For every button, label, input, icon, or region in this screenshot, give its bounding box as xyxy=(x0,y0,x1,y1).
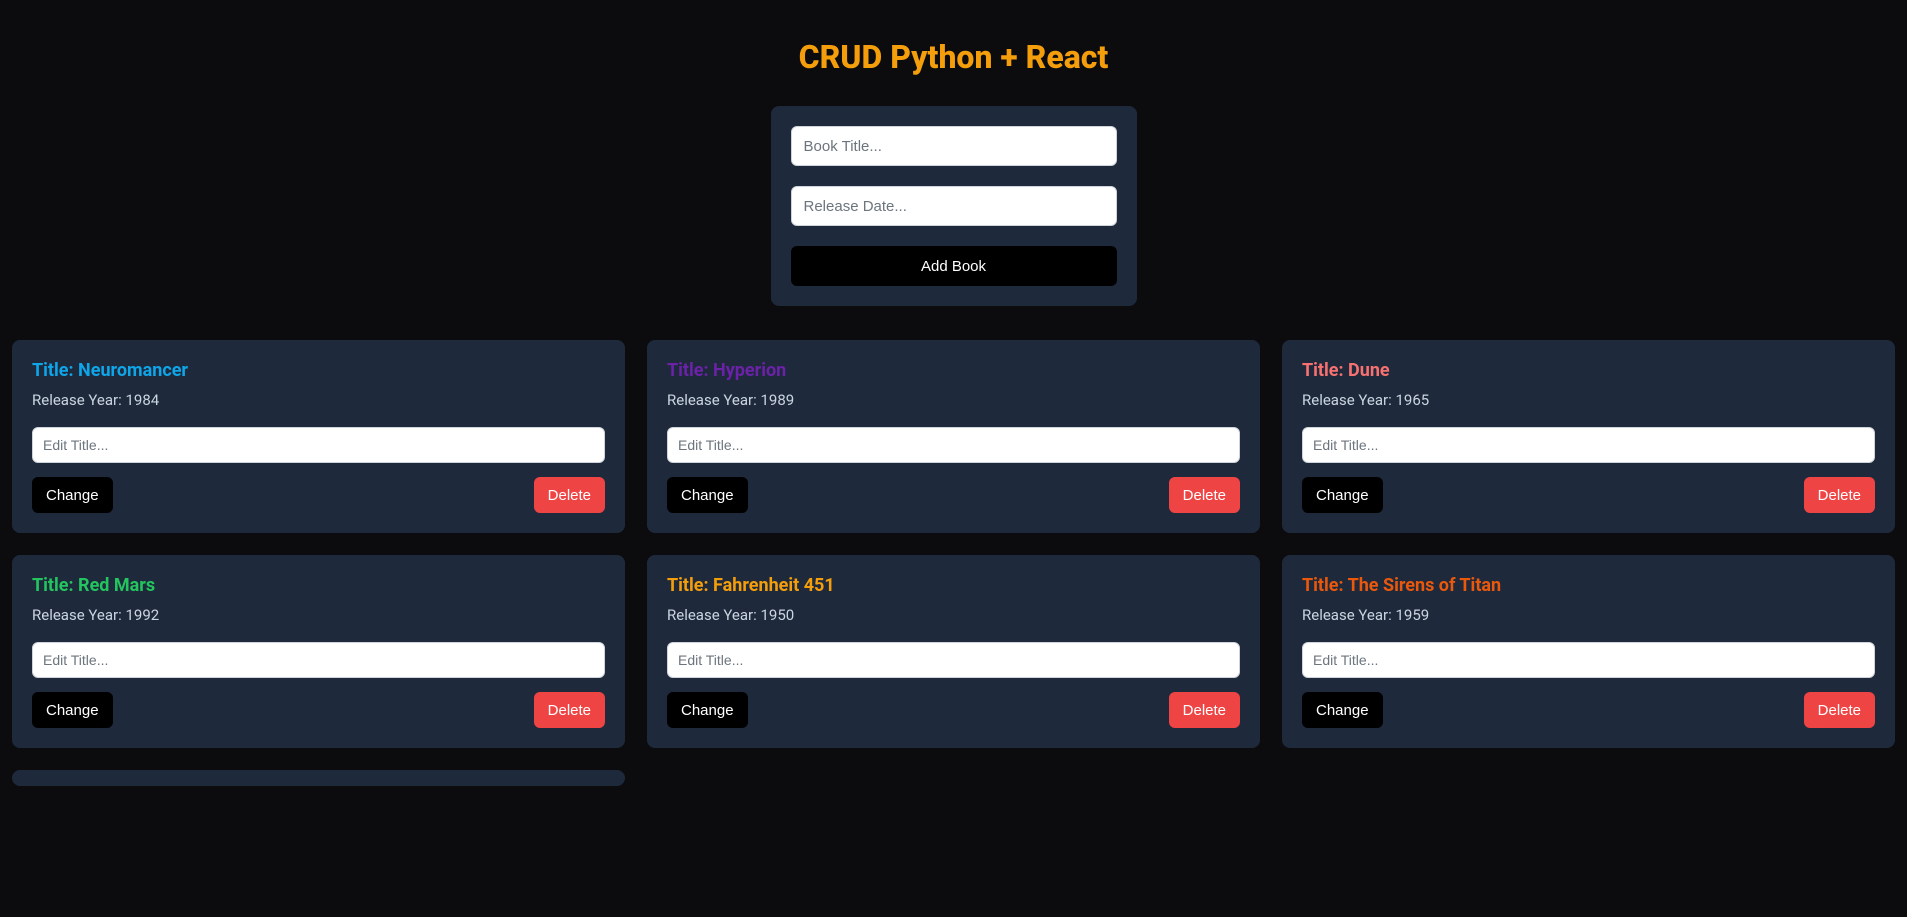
release-date-input[interactable] xyxy=(791,186,1117,226)
card-actions: Change Delete xyxy=(1302,477,1875,513)
add-book-form: Add Book xyxy=(771,106,1137,306)
delete-button[interactable]: Delete xyxy=(1804,692,1875,728)
delete-button[interactable]: Delete xyxy=(1169,477,1240,513)
delete-button[interactable]: Delete xyxy=(534,477,605,513)
card-actions: Change Delete xyxy=(667,692,1240,728)
edit-title-input[interactable] xyxy=(32,427,605,463)
change-button[interactable]: Change xyxy=(667,477,748,513)
book-title: Title: Neuromancer xyxy=(32,360,605,381)
book-card: Title: Neuromancer Release Year: 1984 Chan… xyxy=(12,340,625,533)
change-button[interactable]: Change xyxy=(1302,477,1383,513)
edit-title-input[interactable] xyxy=(32,642,605,678)
delete-button[interactable]: Delete xyxy=(1804,477,1875,513)
book-year: Release Year: 1989 xyxy=(667,391,1240,409)
book-year: Release Year: 1965 xyxy=(1302,391,1875,409)
book-card: Title: Fahrenheit 451 Release Year: 1950 C… xyxy=(647,555,1260,748)
page-title: CRUD Python + React xyxy=(0,0,1907,106)
book-year: Release Year: 1959 xyxy=(1302,606,1875,624)
edit-title-input[interactable] xyxy=(1302,642,1875,678)
change-button[interactable]: Change xyxy=(1302,692,1383,728)
book-card: Title: Red Mars Release Year: 1992 Change D… xyxy=(12,555,625,748)
delete-button[interactable]: Delete xyxy=(1169,692,1240,728)
edit-title-input[interactable] xyxy=(1302,427,1875,463)
book-card: Title: The Sirens of Titan Release Year: … xyxy=(1282,555,1895,748)
delete-button[interactable]: Delete xyxy=(534,692,605,728)
card-actions: Change Delete xyxy=(667,477,1240,513)
book-year: Release Year: 1950 xyxy=(667,606,1240,624)
change-button[interactable]: Change xyxy=(667,692,748,728)
book-title: Title: The Sirens of Titan xyxy=(1302,575,1875,596)
card-actions: Change Delete xyxy=(32,692,605,728)
add-book-button[interactable]: Add Book xyxy=(791,246,1117,286)
card-actions: Change Delete xyxy=(1302,692,1875,728)
partial-next-card xyxy=(12,770,625,786)
edit-title-input[interactable] xyxy=(667,642,1240,678)
books-grid: Title: Neuromancer Release Year: 1984 Chan… xyxy=(0,340,1907,748)
book-card: Title: Dune Release Year: 1965 Change Delet… xyxy=(1282,340,1895,533)
change-button[interactable]: Change xyxy=(32,692,113,728)
edit-title-input[interactable] xyxy=(667,427,1240,463)
book-title: Title: Hyperion xyxy=(667,360,1240,381)
book-title-input[interactable] xyxy=(791,126,1117,166)
book-year: Release Year: 1992 xyxy=(32,606,605,624)
card-actions: Change Delete xyxy=(32,477,605,513)
book-title: Title: Fahrenheit 451 xyxy=(667,575,1240,596)
book-card: Title: Hyperion Release Year: 1989 Change D… xyxy=(647,340,1260,533)
book-year: Release Year: 1984 xyxy=(32,391,605,409)
book-title: Title: Dune xyxy=(1302,360,1875,381)
book-title: Title: Red Mars xyxy=(32,575,605,596)
change-button[interactable]: Change xyxy=(32,477,113,513)
